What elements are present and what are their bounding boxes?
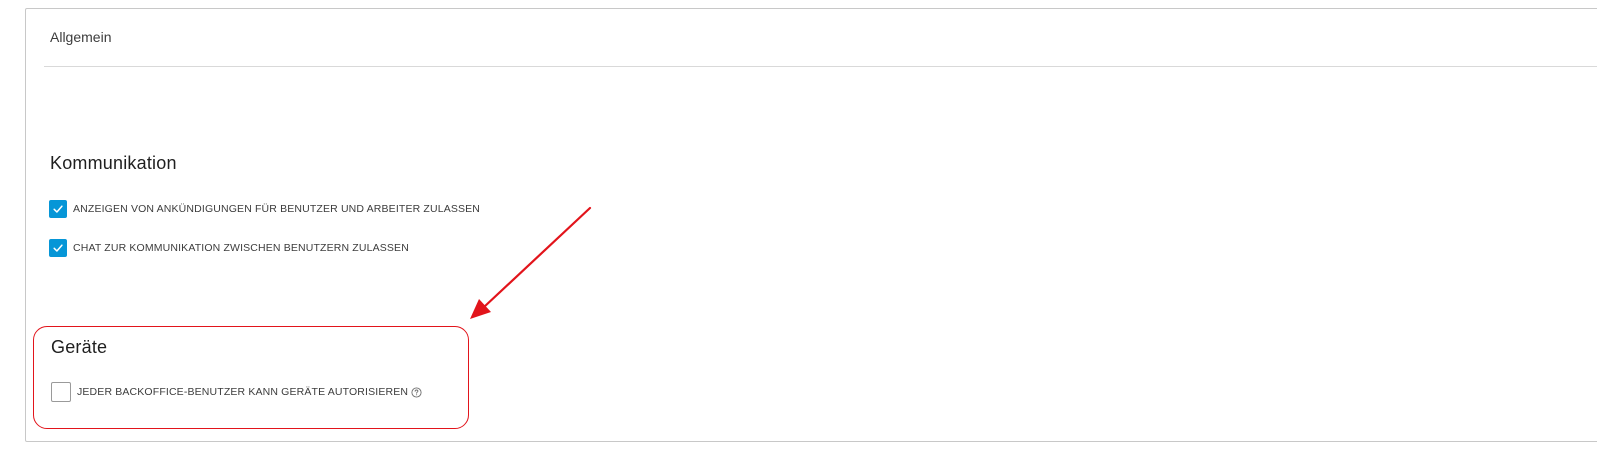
option-announcements[interactable]: ANZEIGEN VON ANKÜNDIGUNGEN FÜR BENUTZER … [49, 200, 480, 218]
chat-checkbox[interactable] [49, 239, 67, 257]
announcements-checkbox[interactable] [49, 200, 67, 218]
checkmark-icon [53, 205, 63, 213]
announcements-label: ANZEIGEN VON ANKÜNDIGUNGEN FÜR BENUTZER … [73, 203, 481, 215]
panel-divider [44, 66, 1597, 67]
checkmark-icon [53, 244, 63, 252]
section-title-kommunikation: Kommunikation [50, 153, 177, 173]
panel-header: Allgemein [50, 29, 112, 45]
chat-label: CHAT ZUR KOMMUNIKATION ZWISCHEN BENUTZER… [73, 242, 409, 254]
option-chat[interactable]: CHAT ZUR KOMMUNIKATION ZWISCHEN BENUTZER… [49, 239, 409, 257]
annotation-highlight-box [33, 326, 469, 429]
